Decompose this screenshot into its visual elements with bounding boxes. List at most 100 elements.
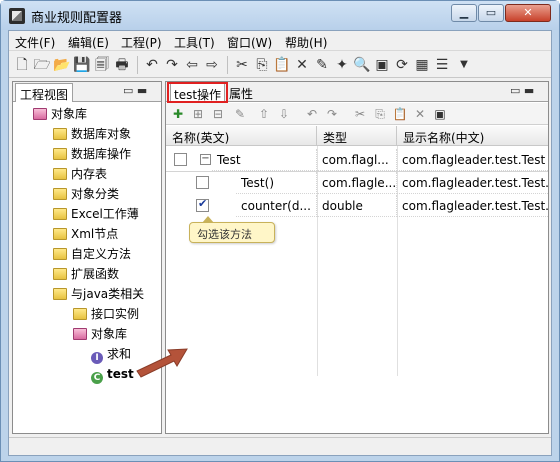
- refresh-icon[interactable]: ⟳: [393, 56, 411, 74]
- copy-icon[interactable]: ⎘: [372, 106, 388, 122]
- cell-name: Test: [212, 149, 317, 171]
- cell-name: Test(): [236, 172, 317, 194]
- menu-help[interactable]: 帮助(H): [285, 34, 327, 51]
- tree-item[interactable]: 数据库对象: [53, 125, 131, 143]
- menu-project[interactable]: 工程(P): [121, 34, 162, 51]
- tree-item[interactable]: 对象分类: [53, 185, 119, 203]
- menu-edit[interactable]: 编辑(E): [68, 34, 109, 51]
- find-icon[interactable]: 🔍: [353, 56, 371, 74]
- collapse-icon[interactable]: −: [200, 154, 211, 165]
- add-icon[interactable]: ✚: [170, 106, 186, 122]
- open-folder-icon[interactable]: 🗁: [33, 56, 51, 74]
- tab-project-view[interactable]: 工程视图: [15, 83, 74, 102]
- undo-icon[interactable]: ↶: [304, 106, 320, 122]
- database-icon: [33, 108, 47, 120]
- indent-icon[interactable]: ☰: [433, 56, 451, 74]
- pane-controls[interactable]: ▭ ▬: [123, 84, 147, 97]
- interface-icon: I: [91, 352, 103, 364]
- maximize-button[interactable]: ▭: [478, 4, 504, 22]
- column-header-type[interactable]: 类型: [317, 126, 397, 146]
- folder-icon: [53, 128, 67, 140]
- tree-item[interactable]: 内存表: [53, 165, 107, 183]
- tree-item[interactable]: 扩展函数: [53, 265, 119, 283]
- title-bar: 商业规则配置器 ▁ ▭ ✕: [1, 1, 559, 30]
- app-logo-icon: [9, 8, 25, 24]
- menu-window[interactable]: 窗口(W): [227, 34, 272, 51]
- row-checkbox[interactable]: [174, 153, 187, 166]
- cell-display: com.flagleader.test.Test: [397, 149, 548, 171]
- tree-item-object-library-sub[interactable]: 对象库: [73, 325, 127, 343]
- tree-item[interactable]: 自定义方法: [53, 245, 131, 263]
- project-view-pane: 工程视图 ▭ ▬ 对象库 数据库对象 数据库操作 内存表 对象分类 Excel工…: [12, 81, 162, 434]
- editor-pane-controls[interactable]: ▭ ▬: [510, 84, 534, 97]
- project-view-tabbar: 工程视图 ▭ ▬: [13, 82, 161, 102]
- add-child-icon[interactable]: ⊞: [190, 106, 206, 122]
- row-checkbox-checked[interactable]: [196, 197, 209, 212]
- editor-pane: test操作 属性 ▭ ▬ ✚ ⊞ ⊟ ✎ ⇧ ⇩ ↶ ↷ ✂ ⎘ 📋 ✕ ▣: [165, 81, 549, 454]
- save-icon[interactable]: 💾: [73, 56, 91, 74]
- tree-item[interactable]: Xml节点: [53, 225, 118, 243]
- window-title: 商业规则配置器: [31, 11, 123, 26]
- delete-icon[interactable]: ✕: [293, 56, 311, 74]
- status-bar: [9, 437, 551, 455]
- annotation-arrow-icon: [136, 348, 188, 378]
- database-icon: [73, 328, 87, 340]
- row-checkbox[interactable]: [196, 176, 209, 189]
- folder-icon: [73, 308, 87, 320]
- paste-icon[interactable]: 📋: [273, 56, 291, 74]
- tree-item[interactable]: Excel工作薄: [53, 205, 139, 223]
- wand-icon[interactable]: ✦: [333, 56, 351, 74]
- edit-icon[interactable]: ✎: [313, 56, 331, 74]
- down-arrow-icon[interactable]: ⇩: [276, 106, 292, 122]
- folder-icon: [53, 288, 67, 300]
- cell-display: com.flagleader.test.Test.T: [397, 172, 548, 194]
- tree-item[interactable]: 数据库操作: [53, 145, 131, 163]
- tree-item-test[interactable]: Ctest: [91, 365, 134, 384]
- editor-tabbar: test操作 属性 ▭ ▬: [166, 82, 548, 103]
- tree-item-sum[interactable]: I 求和: [91, 345, 131, 364]
- cut-icon[interactable]: ✂: [233, 56, 251, 74]
- save-all-icon[interactable]: 🗐: [93, 56, 111, 74]
- cell-type: com.flagl...: [317, 149, 397, 171]
- folder-icon: [53, 168, 67, 180]
- column-header-name[interactable]: 名称(英文): [166, 126, 317, 146]
- class-icon: C: [91, 372, 103, 384]
- undo-icon[interactable]: ↶: [143, 56, 161, 74]
- wand-icon[interactable]: ✎: [232, 106, 248, 122]
- run-icon[interactable]: ▦: [413, 56, 431, 74]
- paste-icon[interactable]: 📋: [392, 106, 408, 122]
- column-header-display[interactable]: 显示名称(中文): [397, 126, 548, 146]
- folder-icon: [53, 148, 67, 160]
- menu-file[interactable]: 文件(F): [15, 34, 55, 51]
- copy-icon[interactable]: ⎘: [253, 56, 271, 74]
- close-button[interactable]: ✕: [505, 4, 551, 22]
- print-icon[interactable]: 🖶: [113, 56, 131, 74]
- add-sibling-icon[interactable]: ⊟: [210, 106, 226, 122]
- tree-item[interactable]: 与java类相关: [53, 285, 144, 303]
- client-area: 文件(F) 编辑(E) 工程(P) 工具(T) 窗口(W) 帮助(H) 🗋 🗁 …: [8, 30, 552, 456]
- back-icon[interactable]: ⇦: [183, 56, 201, 74]
- delete-icon[interactable]: ✕: [412, 106, 428, 122]
- export-icon[interactable]: ▣: [432, 106, 448, 122]
- export-icon[interactable]: ▣: [373, 56, 391, 74]
- up-arrow-icon[interactable]: ⇧: [256, 106, 272, 122]
- open-icon[interactable]: 📂: [53, 56, 71, 74]
- main-toolbar: 🗋 🗁 📂 💾 🗐 🖶 ↶ ↷ ⇦ ⇨ ✂ ⎘ 📋 ✕ ✎ ✦ 🔍 ▣ ⟳ ▦ …: [9, 52, 551, 78]
- new-file-icon[interactable]: 🗋: [13, 56, 31, 74]
- redo-icon[interactable]: ↷: [324, 106, 340, 122]
- folder-icon: [53, 228, 67, 240]
- forward-icon[interactable]: ⇨: [203, 56, 221, 74]
- project-tree: 对象库 数据库对象 数据库操作 内存表 对象分类 Excel工作薄 Xml节点 …: [13, 103, 161, 433]
- cell-display: com.flagleader.test.Test.c: [397, 195, 548, 217]
- minimize-button[interactable]: ▁: [451, 4, 477, 22]
- cell-type: double: [317, 195, 397, 217]
- chevron-down-icon[interactable]: ▼: [455, 56, 473, 74]
- tab-properties[interactable]: 属性: [226, 83, 256, 102]
- highlight-box: [167, 82, 228, 103]
- folder-icon: [53, 188, 67, 200]
- menu-tools[interactable]: 工具(T): [174, 34, 215, 51]
- tree-item-object-library[interactable]: 对象库: [33, 105, 87, 123]
- tree-item[interactable]: 接口实例: [73, 305, 139, 323]
- redo-icon[interactable]: ↷: [163, 56, 181, 74]
- cut-icon[interactable]: ✂: [352, 106, 368, 122]
